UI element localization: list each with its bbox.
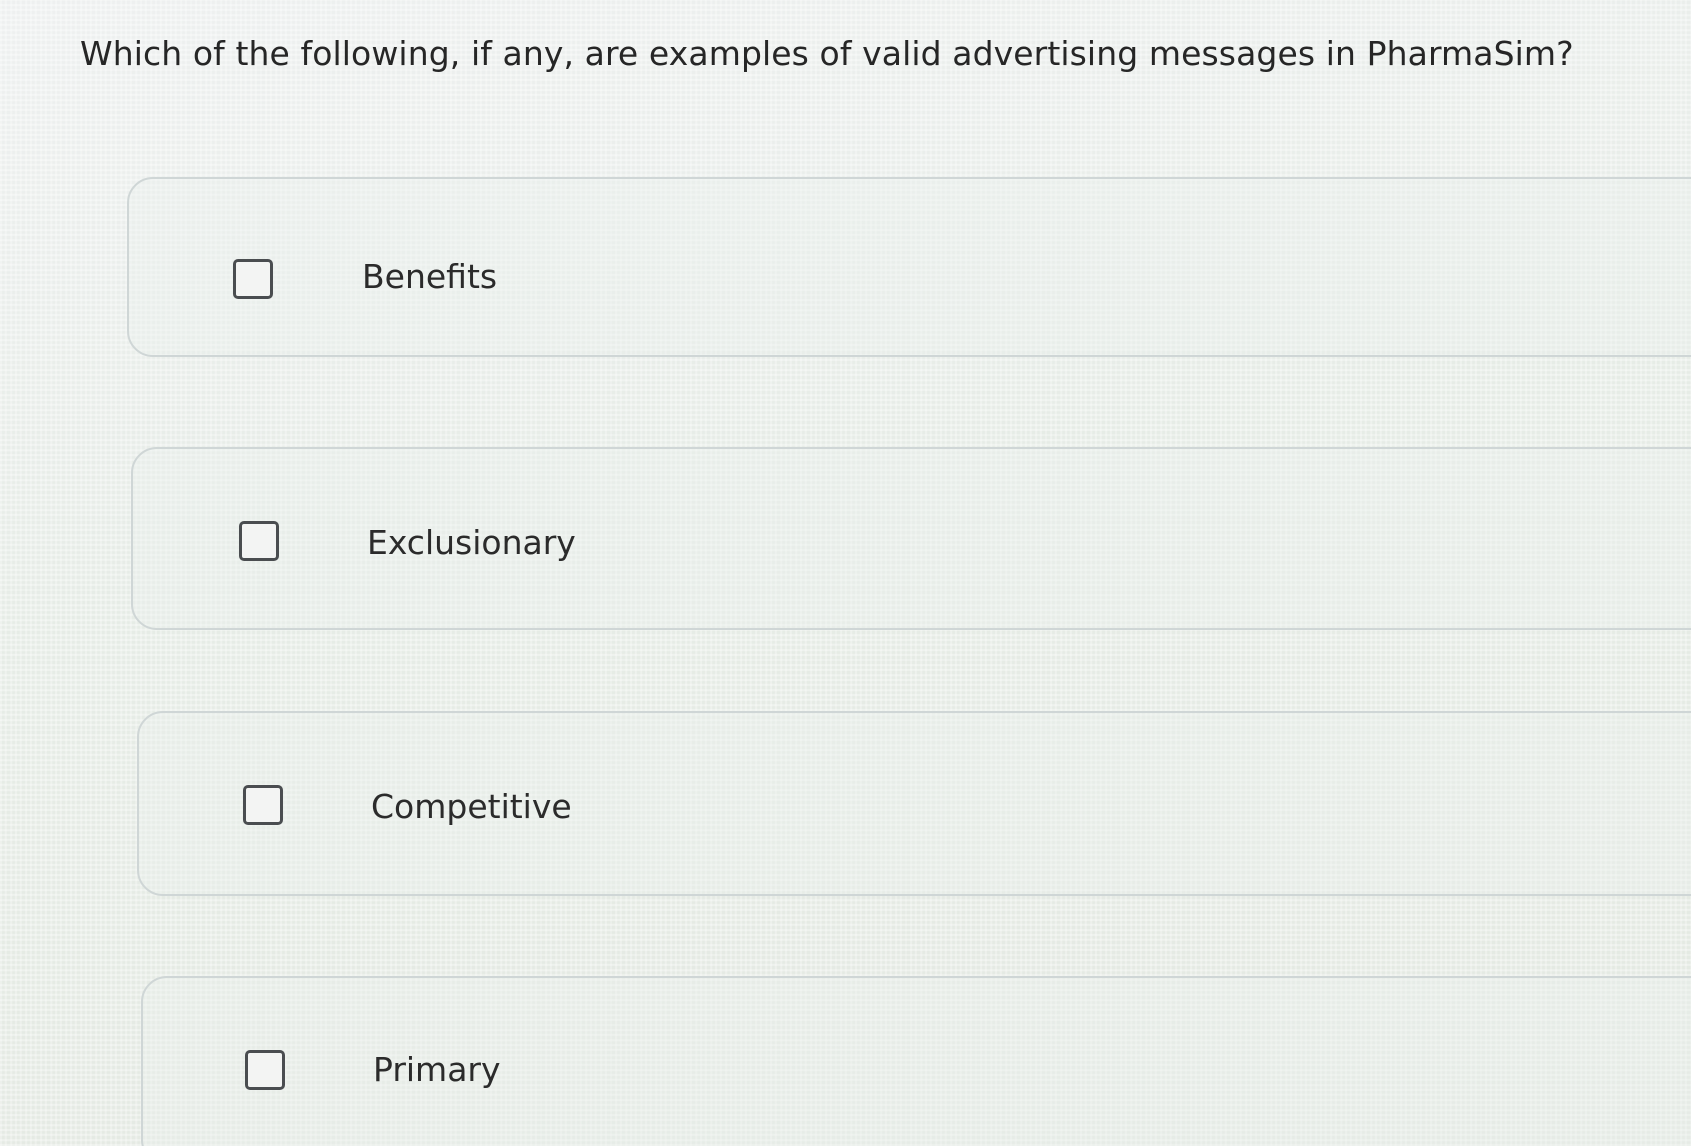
question-text: Which of the following, if any, are exam… xyxy=(80,34,1574,73)
checkbox-benefits[interactable] xyxy=(233,259,273,299)
option-label-benefits: Benefits xyxy=(362,257,498,296)
option-competitive[interactable]: Competitive xyxy=(137,711,1691,896)
option-label-primary: Primary xyxy=(373,1050,501,1089)
option-label-competitive: Competitive xyxy=(371,787,572,826)
checkbox-exclusionary[interactable] xyxy=(239,521,279,561)
option-label-exclusionary: Exclusionary xyxy=(367,523,576,562)
option-primary[interactable]: Primary xyxy=(141,976,1691,1146)
option-exclusionary[interactable]: Exclusionary xyxy=(131,447,1691,630)
checkbox-primary[interactable] xyxy=(245,1050,285,1090)
option-benefits[interactable]: Benefits xyxy=(127,177,1691,357)
checkbox-competitive[interactable] xyxy=(243,785,283,825)
